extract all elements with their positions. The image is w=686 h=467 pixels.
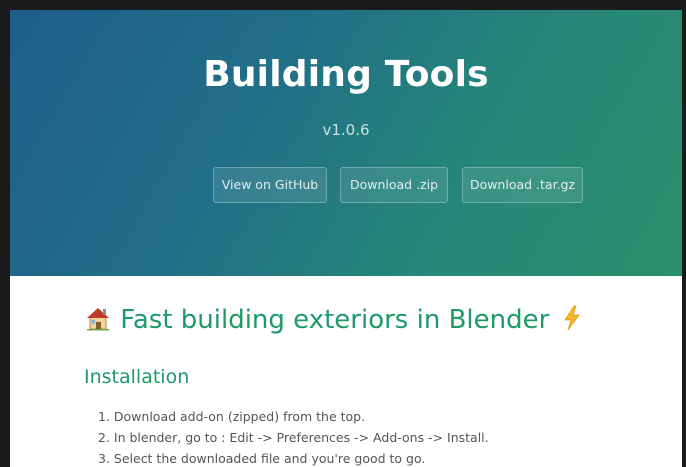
download-tar-gz-button[interactable]: Download .tar.gz: [462, 167, 583, 203]
browser-frame: Building Tools v1.0.6 View on GitHub Dow…: [0, 0, 686, 467]
lightning-icon: [563, 305, 580, 331]
page-header: Building Tools v1.0.6 View on GitHub Dow…: [10, 10, 682, 276]
list-item: 3. Select the downloaded file and you're…: [98, 451, 426, 466]
download-zip-button[interactable]: Download .zip: [340, 167, 448, 203]
main-heading: Fast building exteriors in Blender: [84, 304, 586, 335]
view-on-github-button[interactable]: View on GitHub: [213, 167, 327, 203]
installation-steps: 1. Download add-on (zipped) from the top…: [98, 406, 489, 467]
project-name: Building Tools: [203, 54, 489, 95]
list-item: 1. Download add-on (zipped) from the top…: [98, 409, 366, 424]
house-icon: [87, 308, 109, 331]
page: Building Tools v1.0.6 View on GitHub Dow…: [10, 10, 682, 467]
main-content: Fast building exteriors in Blender Insta…: [10, 276, 682, 467]
project-version: v1.0.6: [322, 121, 370, 139]
list-item: 2. In blender, go to : Edit -> Preferenc…: [98, 430, 489, 445]
main-heading-text: Fast building exteriors in Blender: [120, 305, 550, 335]
installation-heading: Installation: [84, 366, 190, 388]
